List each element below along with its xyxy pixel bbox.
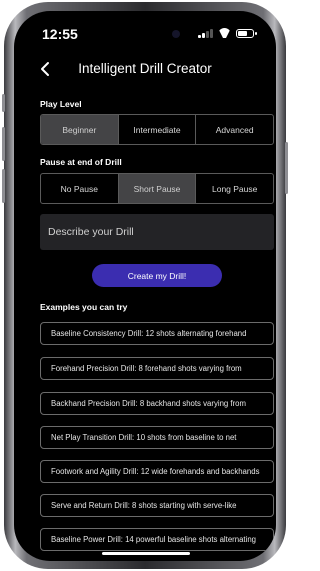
app-screen: 12:55 Intelligent Drill Creator Play Lev… [14,11,276,561]
examples-label: Examples you can try [40,302,128,312]
example-drill-item[interactable]: Serve and Return Drill: 8 shots starting… [40,494,274,517]
pause-option-long-pause[interactable]: Long Pause [196,174,273,203]
battery-icon [236,28,257,38]
dynamic-island [100,21,190,47]
wifi-icon [218,28,231,38]
side-button [2,94,5,112]
example-drill-item[interactable]: Footwork and Agility Drill: 12 wide fore… [40,460,274,483]
example-drill-item[interactable]: Forehand Precision Drill: 8 forehand sho… [40,357,274,380]
play-level-option-advanced[interactable]: Advanced [196,115,273,144]
example-drill-item[interactable]: Baseline Power Drill: 14 powerful baseli… [40,528,274,551]
status-time: 12:55 [42,26,78,42]
play-level-option-intermediate[interactable]: Intermediate [119,115,197,144]
camera-dot [172,30,180,38]
example-drill-item[interactable]: Baseline Consistency Drill: 12 shots alt… [40,322,274,345]
phone-frame: 12:55 Intelligent Drill Creator Play Lev… [2,2,288,569]
power-button [285,142,288,194]
play-level-label: Play Level [40,99,82,109]
volume-up-button [2,127,5,161]
example-drill-item[interactable]: Backhand Precision Drill: 8 backhand sho… [40,392,274,415]
describe-drill-input[interactable] [40,214,274,250]
signal-icon [198,28,213,38]
pause-option-short-pause[interactable]: Short Pause [118,174,197,203]
home-indicator [102,552,190,555]
play-level-segmented-control: Beginner Intermediate Advanced [40,114,274,145]
page-title: Intelligent Drill Creator [78,61,212,76]
pause-label: Pause at end of Drill [40,157,122,167]
example-drill-item[interactable]: Net Play Transition Drill: 10 shots from… [40,426,274,449]
nav-bar: Intelligent Drill Creator [14,59,276,79]
create-drill-button[interactable]: Create my Drill! [92,264,222,287]
status-icons [198,28,257,38]
volume-down-button [2,169,5,203]
pause-option-no-pause[interactable]: No Pause [41,174,119,203]
play-level-option-beginner[interactable]: Beginner [41,115,119,144]
pause-segmented-control: No Pause Short Pause Long Pause [40,173,274,204]
status-bar: 12:55 [14,11,276,51]
